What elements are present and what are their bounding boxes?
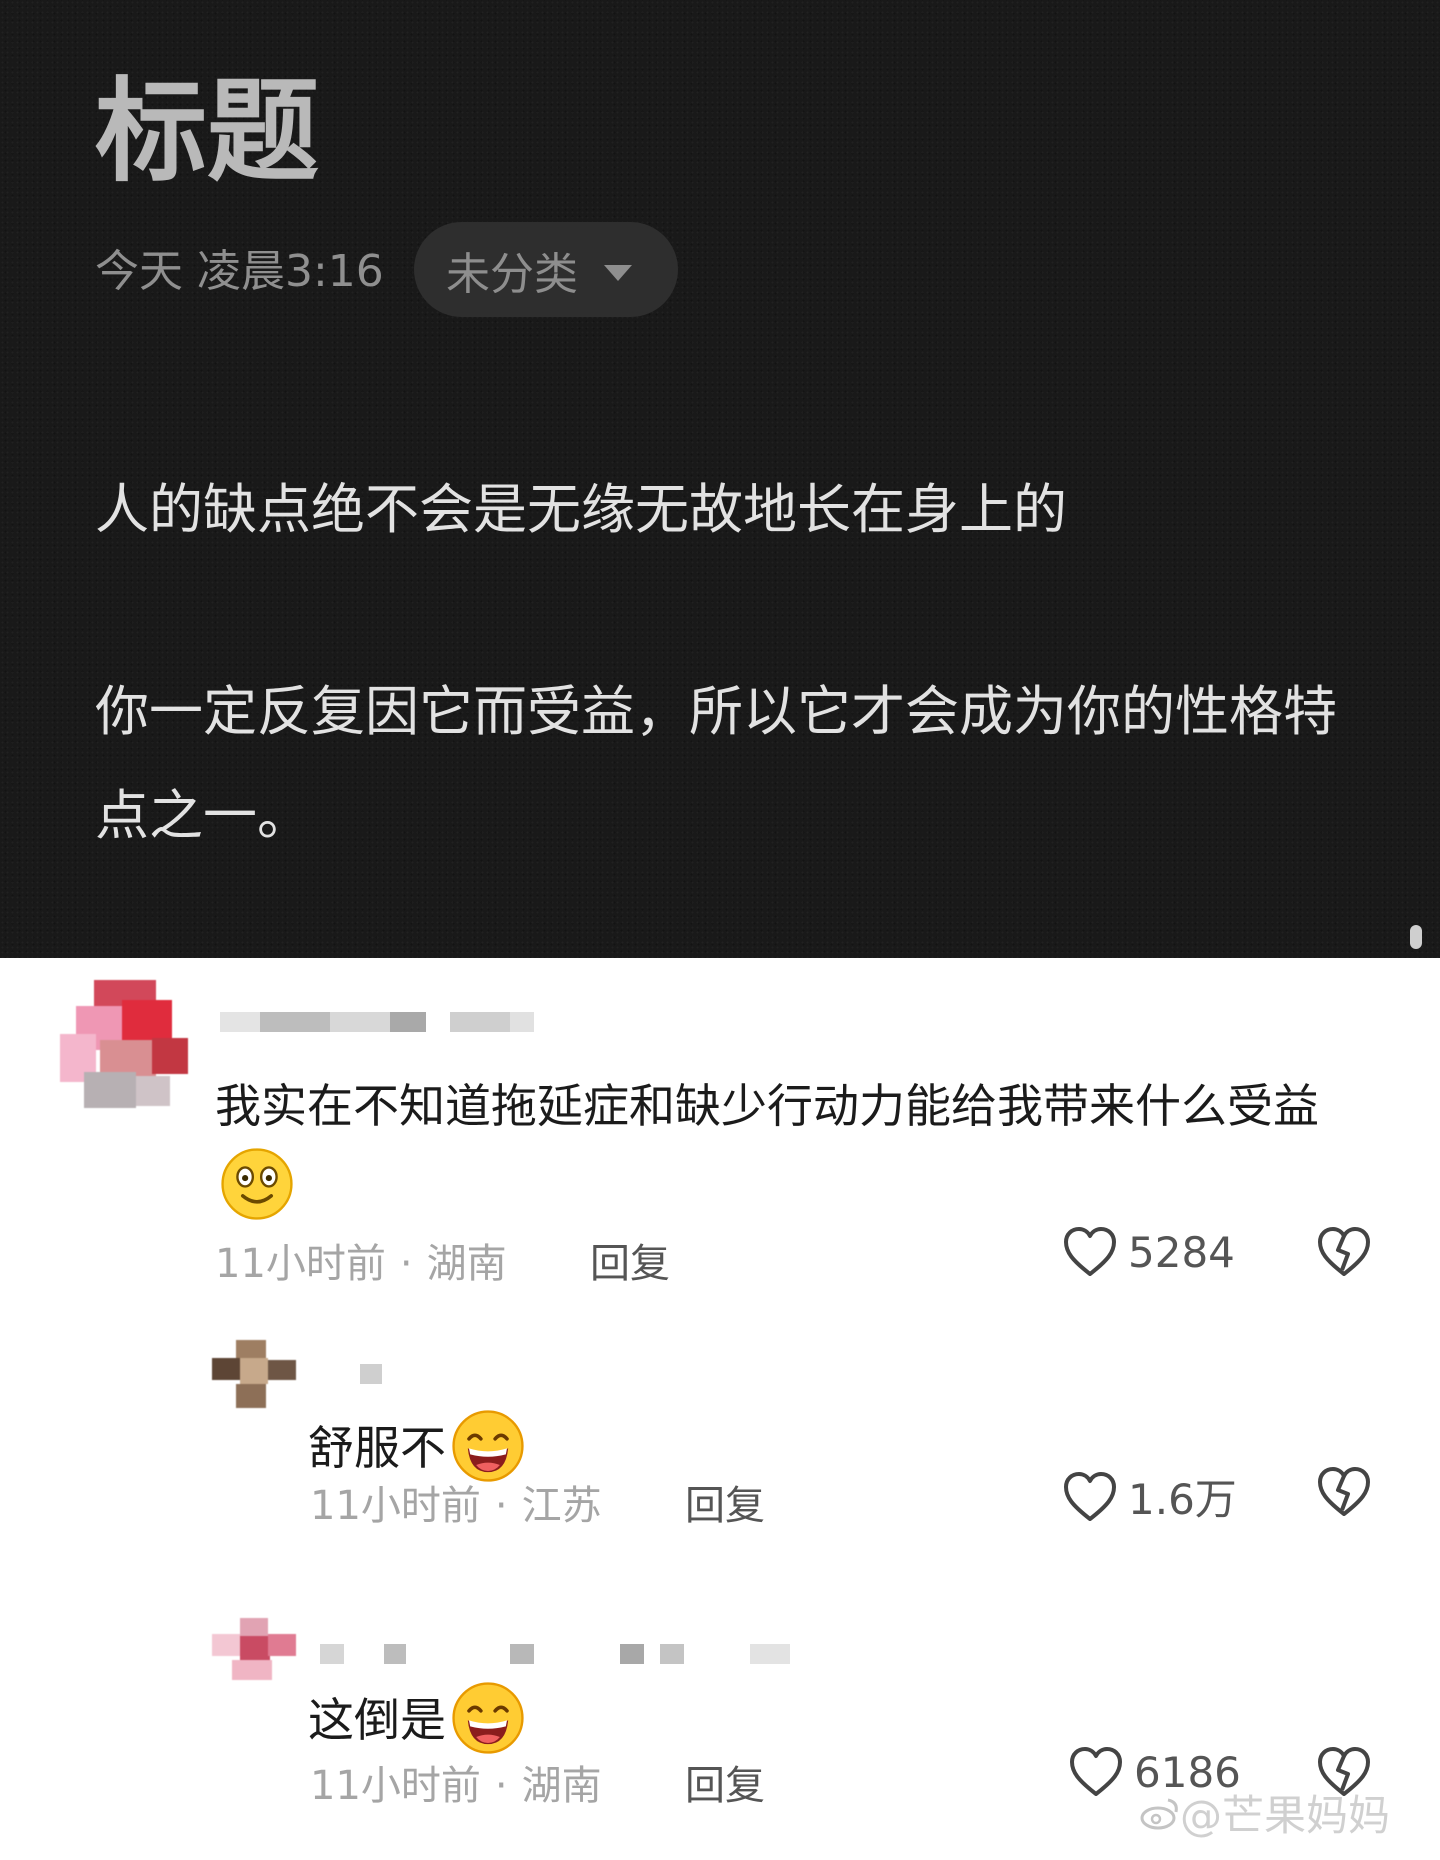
- comment-location: 湖南: [426, 1241, 507, 1287]
- broken-heart-icon[interactable]: [1316, 1226, 1372, 1278]
- grinning-face-icon: [452, 1681, 524, 1754]
- reply-button[interactable]: 回复: [590, 1231, 670, 1289]
- category-dropdown[interactable]: 未分类: [414, 222, 678, 317]
- comment-time: 11小时前: [215, 1241, 386, 1287]
- note-paragraph: 人的缺点绝不会是无缘无故地长在身上的: [95, 478, 1067, 541]
- comment-meta: 11小时前 · 江苏: [310, 1483, 602, 1529]
- scrollbar-thumb[interactable]: [1410, 925, 1422, 949]
- comment-section: 我实在不知道拖延症和缺少行动力能给我带来什么受益 11小时前 · 湖南 回复 528…: [0, 958, 1440, 1860]
- comment-text: 我实在不知道拖延症和缺少行动力能给我带来什么受益: [215, 1066, 1385, 1226]
- comment-location: 湖南: [521, 1763, 602, 1809]
- category-label: 未分类: [446, 248, 578, 300]
- username[interactable]: [220, 1006, 540, 1036]
- like-count: 1.6万: [1128, 1475, 1237, 1524]
- avatar[interactable]: [212, 1340, 296, 1410]
- comment-item: 舒服不 11小时前 · 江苏 回复 1.6万: [0, 1338, 1440, 1598]
- weibo-logo-icon: [1140, 1798, 1178, 1830]
- comment-text-content: 这倒是: [308, 1693, 446, 1747]
- username[interactable]: [320, 1638, 790, 1668]
- comment-meta: 11小时前 · 湖南: [310, 1763, 602, 1809]
- comment-location: 江苏: [521, 1483, 602, 1529]
- watermark: @芒果妈妈: [1180, 1791, 1391, 1840]
- comment-time: 11小时前: [310, 1483, 481, 1529]
- like-button[interactable]: 1.6万: [1062, 1466, 1237, 1527]
- like-count: 5284: [1128, 1227, 1235, 1277]
- chevron-down-icon: [604, 264, 632, 281]
- like-button[interactable]: 5284: [1062, 1226, 1235, 1278]
- heart-icon: [1070, 1747, 1122, 1796]
- note-panel: 标题 今天 凌晨3:16 未分类 人的缺点绝不会是无缘无故地长在身上的 你一定反…: [0, 0, 1440, 958]
- note-paragraph: 你一定反复因它而受益，所以它才会成为你的性格特点之一。: [95, 680, 1337, 847]
- avatar[interactable]: [60, 980, 190, 1110]
- comment-item: 我实在不知道拖延症和缺少行动力能给我带来什么受益 11小时前 · 湖南 回复 528…: [0, 958, 1440, 1287]
- heart-icon: [1064, 1471, 1116, 1521]
- username[interactable]: [360, 1358, 400, 1388]
- note-title[interactable]: 标题: [95, 70, 319, 194]
- broken-heart-icon[interactable]: [1316, 1466, 1372, 1518]
- avatar[interactable]: [212, 1618, 296, 1682]
- heart-icon: [1064, 1227, 1116, 1276]
- comment-text-content: 舒服不: [308, 1421, 446, 1475]
- note-body[interactable]: 人的缺点绝不会是无缘无故地长在身上的 你一定反复因它而受益，所以它才会成为你的性…: [95, 458, 1355, 868]
- smiling-face-icon: [221, 1147, 293, 1220]
- comment-meta: 11小时前 · 湖南: [215, 1241, 507, 1287]
- comment-text-content: 我实在不知道拖延症和缺少行动力能给我带来什么受益: [215, 1079, 1319, 1133]
- reply-button[interactable]: 回复: [685, 1473, 765, 1531]
- reply-button[interactable]: 回复: [685, 1753, 765, 1811]
- note-timestamp: 今天 凌晨3:16: [95, 246, 384, 297]
- comment-time: 11小时前: [310, 1763, 481, 1809]
